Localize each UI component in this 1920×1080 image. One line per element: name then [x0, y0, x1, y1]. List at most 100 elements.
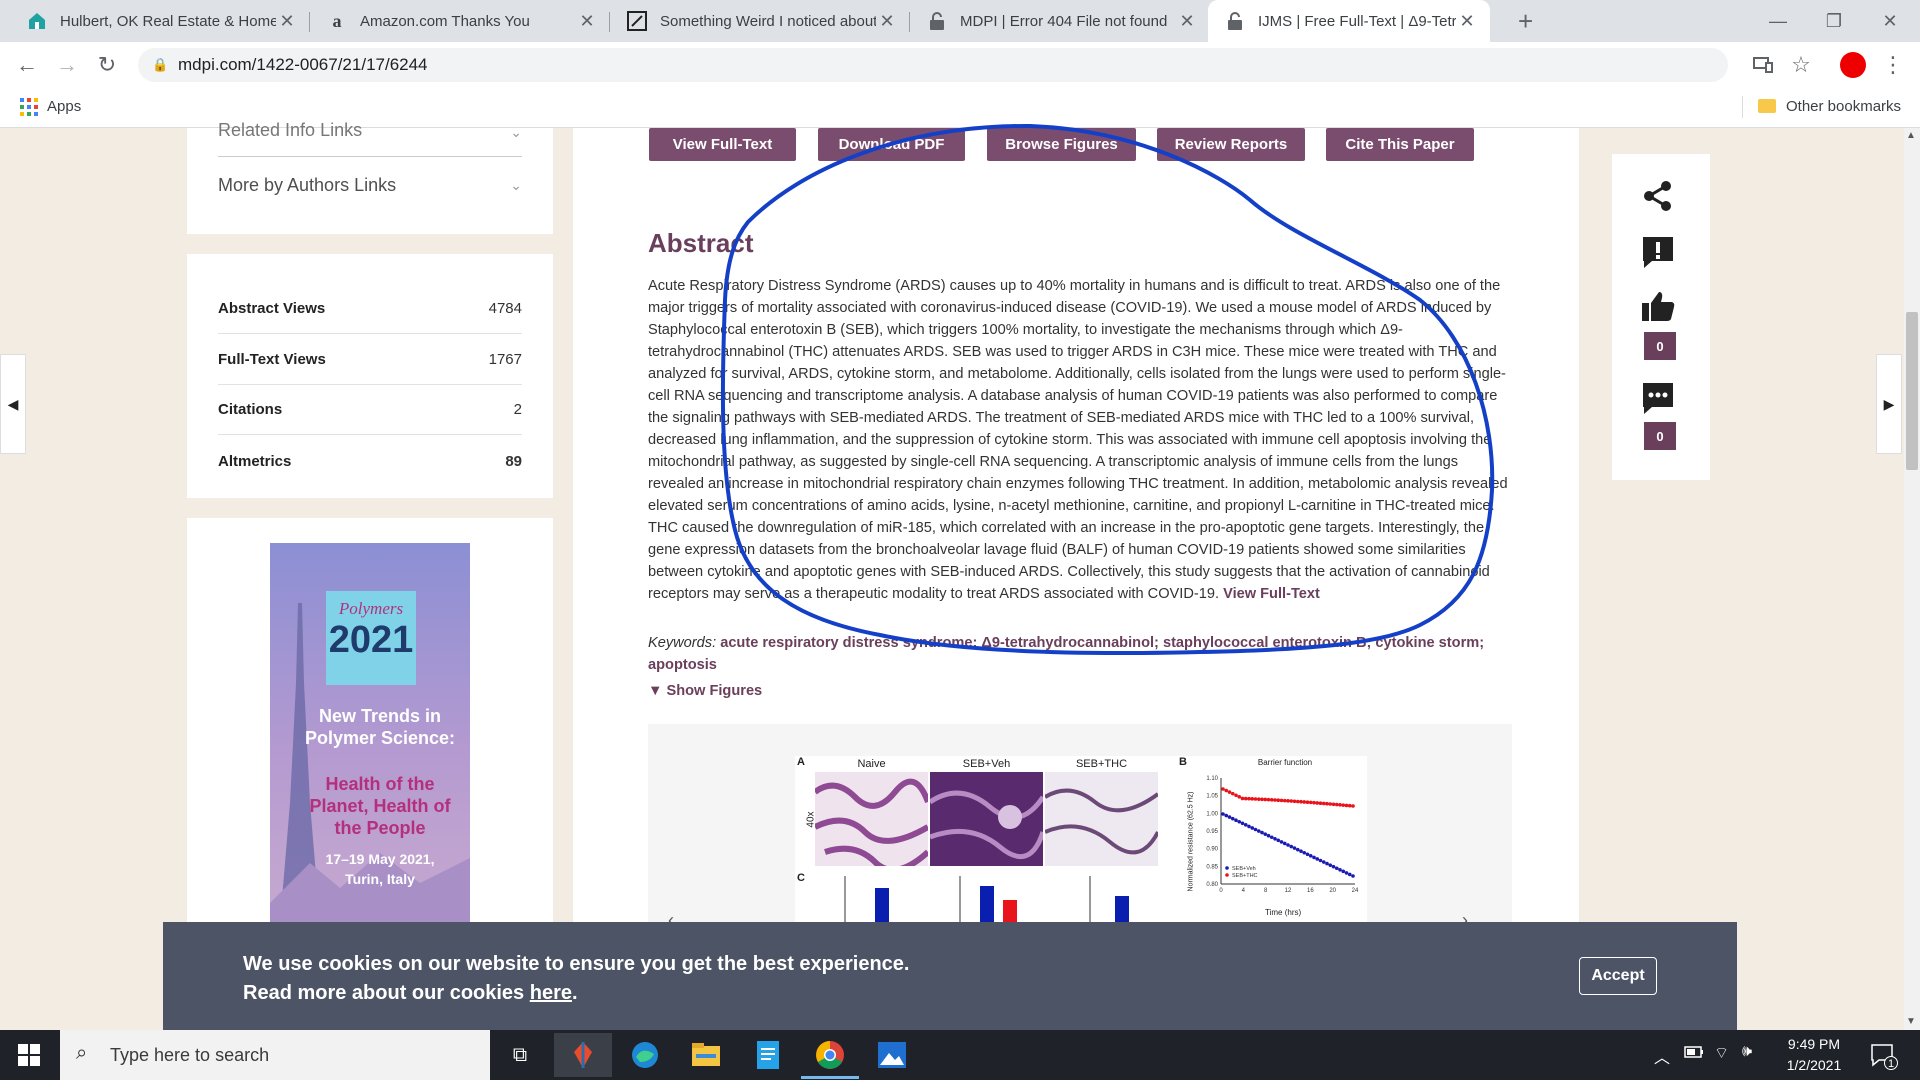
chrome-icon[interactable]: [801, 1033, 859, 1077]
series-seb-thc-point: [1221, 787, 1225, 791]
close-tab-icon[interactable]: ✕: [1456, 11, 1478, 32]
next-article-arrow[interactable]: ▶: [1876, 354, 1902, 454]
battery-icon[interactable]: [1684, 1045, 1704, 1064]
vertical-scrollbar[interactable]: [1904, 128, 1920, 1030]
related-info-links[interactable]: Related Info Links ⌄: [218, 120, 522, 141]
house-icon: [26, 10, 48, 32]
panel-c-bar-charts: [844, 876, 1129, 924]
tab-sketch[interactable]: Something Weird I noticed about ✕: [610, 0, 910, 42]
y-tick-label: 0.80: [1206, 882, 1218, 888]
legend-label: SEB+Veh: [1232, 866, 1256, 872]
tab-amazon[interactable]: a Amazon.com Thanks You ✕: [310, 0, 610, 42]
series-seb-veh-point: [1328, 863, 1333, 867]
report-error-icon[interactable]: [1640, 234, 1676, 270]
view-full-text-button[interactable]: View Full-Text: [649, 128, 796, 161]
scroll-up-arrow[interactable]: ▲: [1906, 130, 1916, 141]
file-explorer-icon[interactable]: [677, 1033, 735, 1077]
menu-kebab-icon[interactable]: ⋮: [1878, 50, 1908, 80]
series-seb-veh-point: [1341, 869, 1346, 874]
show-figures-toggle[interactable]: ▼ Show Figures: [648, 683, 762, 699]
scrollbar-thumb[interactable]: [1906, 312, 1918, 470]
forward-icon[interactable]: →: [52, 50, 82, 80]
edge-icon[interactable]: [616, 1033, 674, 1077]
scroll-down-arrow[interactable]: ▼: [1906, 1016, 1916, 1027]
metric-full-text-views: Full-Text Views 1767: [218, 335, 522, 385]
tab-mdpi-404[interactable]: MDPI | Error 404 File not found ✕: [910, 0, 1210, 42]
series-seb-thc-point: [1351, 804, 1355, 808]
series-seb-veh-point: [1325, 861, 1329, 866]
series-seb-veh-point: [1292, 846, 1297, 850]
previous-article-arrow[interactable]: ◀: [0, 354, 26, 454]
series-seb-veh-point: [1240, 821, 1245, 826]
wifi-icon[interactable]: ⌔: [1714, 1043, 1729, 1063]
address-bar[interactable]: 🔒 mdpi.com/1422-0067/21/17/6244: [138, 48, 1728, 82]
cookie-policy-link[interactable]: here: [530, 982, 572, 1004]
series-seb-thc-point: [1334, 802, 1339, 807]
close-window-icon[interactable]: ✕: [1862, 0, 1918, 42]
show-hidden-icons-chevron[interactable]: ︿: [1654, 1044, 1670, 1068]
series-seb-veh-point: [1260, 830, 1264, 835]
apps-grid-icon[interactable]: [20, 98, 38, 121]
cast-icon[interactable]: [1748, 50, 1778, 80]
series-seb-thc-point: [1253, 797, 1258, 801]
series-seb-thc-point: [1282, 798, 1287, 803]
search-icon: ⌕: [76, 1042, 88, 1064]
photos-icon[interactable]: [863, 1033, 921, 1077]
close-tab-icon[interactable]: ✕: [276, 11, 298, 32]
url-text: mdpi.com/1422-0067/21/17/6244: [178, 55, 428, 74]
legend-marker: [1225, 873, 1229, 877]
legend-label: SEB+THC: [1232, 873, 1258, 879]
metric-abstract-views: Abstract Views 4784: [218, 284, 522, 334]
tab-zillow[interactable]: Hulbert, OK Real Estate & Homes ✕: [10, 0, 310, 42]
back-icon[interactable]: ←: [12, 50, 42, 80]
series-seb-thc-point: [1256, 797, 1261, 801]
divider: [1742, 96, 1743, 118]
other-bookmarks-link[interactable]: Other bookmarks: [1786, 98, 1901, 115]
app-icon-pinned-1[interactable]: [554, 1033, 612, 1077]
apps-link[interactable]: Apps: [47, 98, 81, 115]
keyword-links[interactable]: acute respiratory distress syndrome; Δ9-…: [648, 635, 1484, 673]
windows-start-icon[interactable]: [18, 1044, 40, 1071]
series-seb-thc-point: [1237, 795, 1242, 799]
restore-icon[interactable]: ❐: [1806, 0, 1862, 42]
histology-seb-veh: [930, 772, 1043, 866]
new-tab-button[interactable]: +: [1518, 6, 1533, 37]
comment-icon[interactable]: [1640, 380, 1676, 416]
metric-citations[interactable]: Citations 2: [218, 385, 522, 435]
view-full-text-link[interactable]: View Full-Text: [1223, 586, 1320, 602]
minimize-icon[interactable]: —: [1750, 0, 1806, 42]
close-tab-icon[interactable]: ✕: [876, 11, 898, 32]
download-pdf-button[interactable]: Download PDF: [818, 128, 965, 161]
profile-avatar[interactable]: [1838, 50, 1868, 80]
polymers-2021-banner[interactable]: Polymers 2021 New Trends in Polymer Scie…: [270, 543, 470, 922]
reload-icon[interactable]: ↻: [92, 50, 122, 80]
series-seb-veh-point: [1221, 812, 1225, 816]
review-reports-button[interactable]: Review Reports: [1157, 128, 1305, 161]
series-seb-thc-point: [1224, 788, 1229, 793]
like-count-badge: 0: [1644, 332, 1676, 360]
accept-cookies-button[interactable]: Accept: [1579, 957, 1657, 995]
series-seb-veh-point: [1351, 874, 1355, 878]
series-seb-thc-point: [1302, 800, 1307, 804]
system-clock[interactable]: 9:49 PM 1/2/2021: [1766, 1034, 1862, 1076]
series-seb-thc-point: [1341, 803, 1346, 807]
tab-ijms-active[interactable]: IJMS | Free Full-Text | Δ9-Tetrahydrocan…: [1208, 0, 1490, 42]
figure-image[interactable]: A C B 40x Naive SEB+Veh SEB+THC Barrier …: [795, 756, 1367, 924]
browse-figures-button[interactable]: Browse Figures: [987, 128, 1136, 161]
series-seb-veh-point: [1230, 816, 1235, 821]
share-icon[interactable]: [1640, 178, 1676, 214]
taskbar-search-input[interactable]: ⌕ Type here to search: [60, 1030, 490, 1080]
close-tab-icon[interactable]: ✕: [576, 11, 598, 32]
bookmark-star-icon[interactable]: ☆: [1786, 50, 1816, 80]
thumbs-up-icon[interactable]: [1640, 289, 1676, 325]
close-tab-icon[interactable]: ✕: [1176, 11, 1198, 32]
task-view-icon[interactable]: ⧉: [491, 1033, 549, 1077]
volume-icon[interactable]: 🕪: [1742, 1043, 1752, 1061]
document-app-icon[interactable]: [739, 1033, 797, 1077]
more-by-authors-links[interactable]: More by Authors Links ⌄: [218, 175, 522, 196]
cite-this-paper-button[interactable]: Cite This Paper: [1326, 128, 1474, 161]
metric-altmetrics[interactable]: Altmetrics 89: [218, 436, 522, 486]
y-tick-label: 1.10: [1206, 776, 1218, 782]
series-seb-thc-point: [1289, 799, 1294, 803]
amazon-icon: a: [332, 10, 342, 31]
